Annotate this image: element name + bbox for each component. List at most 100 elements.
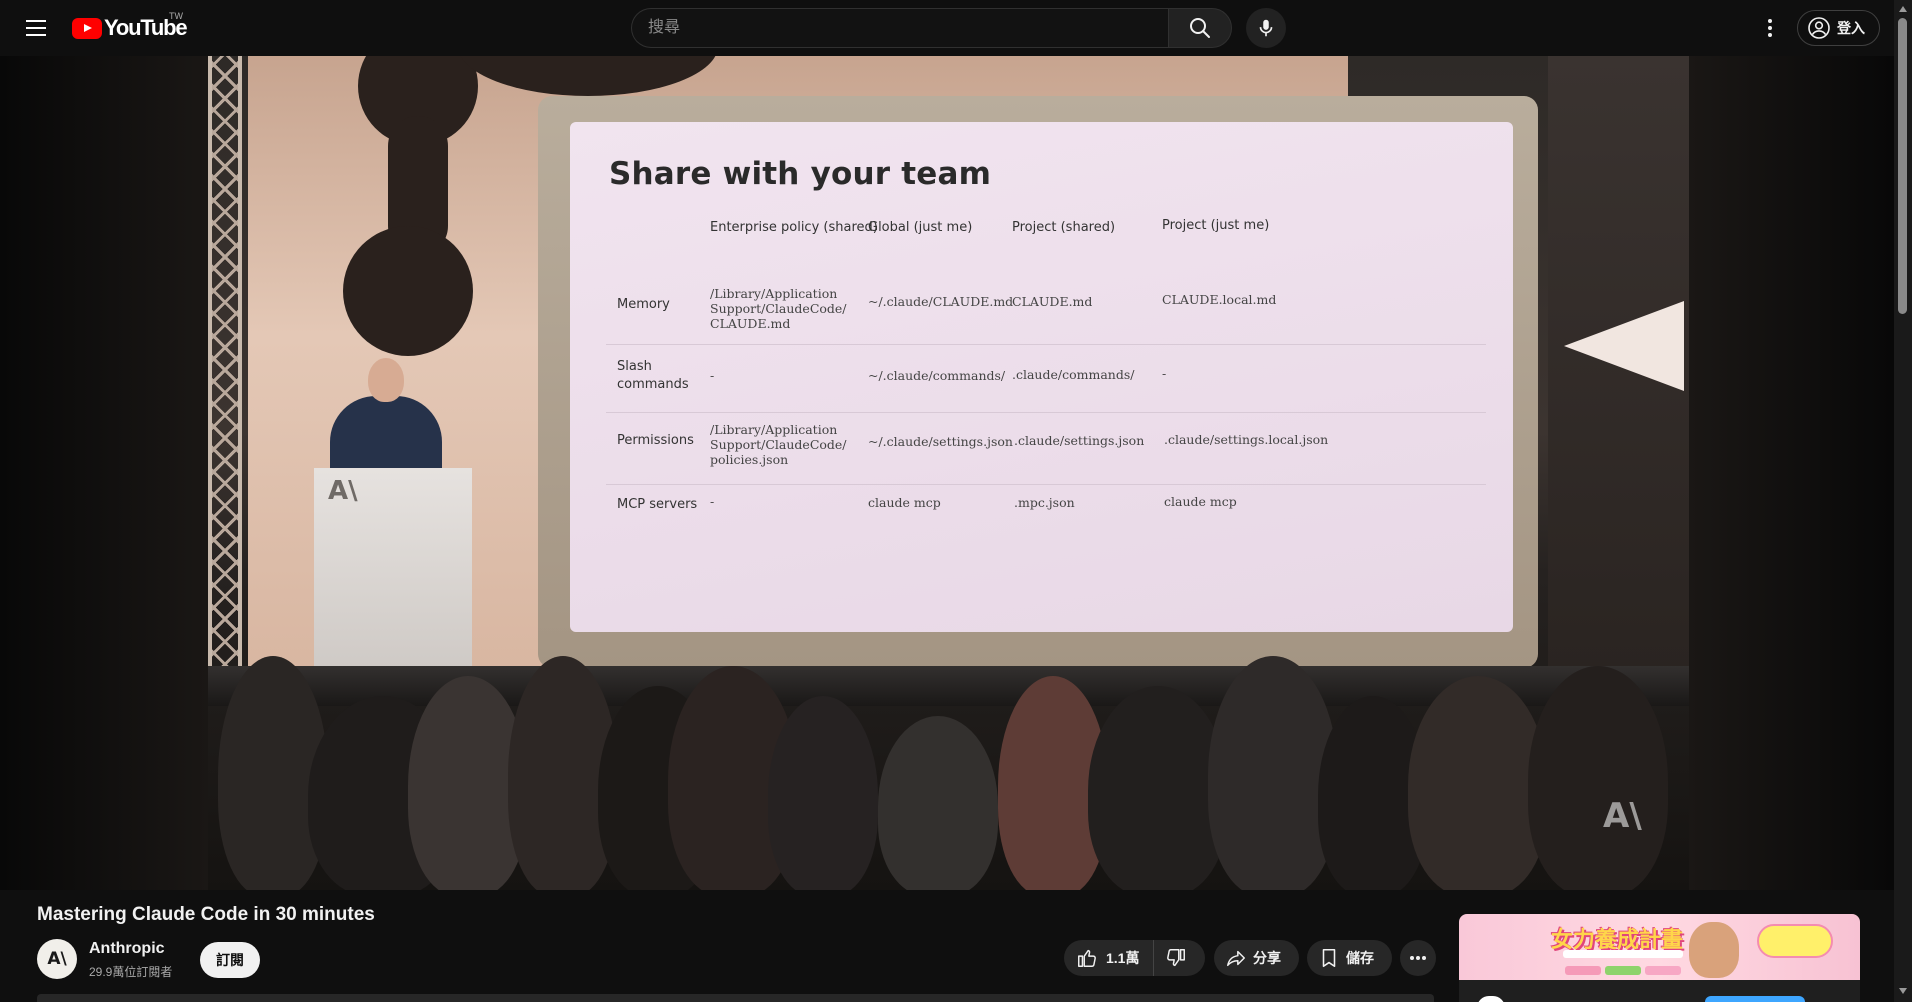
audience-member: [1088, 686, 1228, 890]
podium-logo: A\: [328, 476, 358, 506]
search-icon: [1190, 18, 1210, 38]
slide-row-label: Memory: [617, 297, 670, 312]
subscribe-button[interactable]: 訂閱: [200, 942, 260, 978]
slide-cell: .claude/settings.json: [1014, 433, 1145, 448]
slide-cell: -: [1162, 366, 1167, 381]
subscriber-count: 29.9萬位訂閱者: [89, 965, 173, 979]
ad-speech-bubble: [1757, 924, 1833, 958]
slide-cell: /Library/Application Support/ClaudeCode/…: [710, 286, 847, 331]
more-actions-button[interactable]: [1400, 940, 1436, 976]
settings-more-button[interactable]: [1750, 8, 1790, 48]
hamburger-icon: [26, 20, 46, 22]
signin-button[interactable]: 登入: [1797, 10, 1880, 46]
audience-member: [1408, 676, 1548, 890]
player-letterbox-left: [0, 56, 208, 890]
speaker-head: [368, 358, 404, 402]
signin-label: 登入: [1837, 20, 1865, 36]
voice-search-button[interactable]: [1246, 8, 1286, 48]
slide-row-divider: [606, 344, 1486, 345]
slide-cell: .claude/settings.local.json: [1164, 432, 1329, 447]
search-input[interactable]: [631, 8, 1168, 48]
page-scrollbar[interactable]: [1894, 0, 1912, 1002]
slide-cell: -: [710, 494, 715, 509]
thumbs-down-icon: [1167, 949, 1186, 967]
share-arrow-icon: [1227, 950, 1245, 967]
podium: A\: [314, 468, 472, 668]
like-count: 1.1萬: [1106, 950, 1140, 966]
hamburger-icon: [26, 34, 46, 36]
horizontal-dots-icon: [1410, 956, 1426, 960]
video-title: Mastering Claude Code in 30 minutes: [37, 904, 375, 925]
slide-row-label: Slash commands: [617, 359, 689, 392]
slide-row-divider: [606, 412, 1486, 413]
audience-member: [878, 716, 998, 890]
slide-column-header: Global (just me): [868, 220, 973, 235]
thumbs-up-icon: [1078, 949, 1096, 967]
backdrop-star-shape: [1564, 301, 1684, 391]
video-player[interactable]: Share with your team Enterprise policy (…: [0, 56, 1894, 890]
youtube-logo[interactable]: YouTube TW: [72, 11, 188, 42]
ad-chip: [1605, 966, 1641, 975]
slide-cell: claude mcp: [1164, 494, 1237, 509]
slide-cell: ~/.claude/CLAUDE.md: [868, 294, 1014, 309]
stage-truss: [208, 56, 242, 676]
slide-row-divider: [606, 484, 1486, 485]
ad-chip: [1565, 966, 1601, 975]
presentation-slide: Share with your team Enterprise policy (…: [570, 122, 1513, 632]
scroll-up-arrow-icon[interactable]: [1899, 6, 1907, 12]
save-button[interactable]: 儲存: [1307, 940, 1392, 976]
share-label: 分享: [1253, 950, 1281, 966]
slide-cell: claude mcp: [868, 495, 941, 510]
backdrop-shape: [458, 56, 718, 96]
channel-avatar-logo: A\: [47, 949, 67, 969]
guide-menu-button[interactable]: [16, 8, 56, 48]
masthead: YouTube TW 登入: [0, 0, 1894, 56]
video-watermark-logo: A\: [1603, 796, 1642, 836]
slide-cell: CLAUDE.md: [1012, 294, 1093, 309]
ad-chip: [1645, 966, 1681, 975]
slide-cell: .mpc.json: [1014, 495, 1075, 510]
slide-column-header: Enterprise policy (shared): [710, 220, 878, 235]
scroll-thumb[interactable]: [1898, 18, 1907, 314]
video-frame[interactable]: Share with your team Enterprise policy (…: [208, 56, 1689, 890]
vertical-dots-icon: [1768, 19, 1772, 37]
ad-strip: [1563, 950, 1683, 958]
slide-cell: ~/.claude/settings.json: [868, 434, 1013, 449]
audience-member: [768, 696, 878, 890]
scroll-down-arrow-icon[interactable]: [1899, 988, 1907, 994]
like-button[interactable]: 1.1萬: [1064, 940, 1155, 976]
bookmark-icon: [1322, 948, 1336, 968]
ad-cta-button[interactable]: [1705, 996, 1805, 1002]
hamburger-icon: [26, 27, 46, 29]
ad-avatar: [1477, 996, 1505, 1002]
ad-mascot: [1689, 922, 1739, 978]
region-code: TW: [169, 11, 183, 21]
player-letterbox-right: [1689, 56, 1894, 890]
slide-cell: -: [710, 368, 715, 383]
ad-footer: [1459, 980, 1860, 1002]
slide-cell: /Library/Application Support/ClaudeCode/…: [710, 422, 847, 467]
description-box-edge: [37, 994, 1434, 1002]
save-label: 儲存: [1346, 950, 1374, 966]
slide-cell: CLAUDE.local.md: [1162, 292, 1277, 307]
dislike-button[interactable]: [1154, 940, 1198, 976]
audience-member: [1528, 666, 1668, 890]
youtube-play-icon: [72, 17, 102, 39]
search-button[interactable]: [1168, 8, 1232, 48]
microphone-icon: [1259, 19, 1273, 37]
speaker-figure: [330, 396, 442, 476]
ad-banner[interactable]: 女力養成計畫: [1459, 914, 1860, 980]
like-dislike-group: 1.1萬: [1064, 940, 1205, 976]
slide-column-header: Project (shared): [1012, 220, 1116, 235]
slide-row-label: MCP servers: [617, 497, 698, 512]
channel-avatar[interactable]: A\: [37, 939, 77, 979]
channel-name[interactable]: Anthropic: [89, 940, 165, 958]
slide-cell: ~/.claude/commands/: [868, 368, 1006, 383]
slide-column-header: Project (just me): [1162, 218, 1270, 233]
share-button[interactable]: 分享: [1214, 940, 1299, 976]
account-icon: [1808, 17, 1830, 39]
slide-row-label: Permissions: [617, 433, 694, 448]
backdrop-shape: [343, 226, 473, 356]
slide-title: Share with your team: [609, 156, 992, 192]
slide-cell: .claude/commands/: [1012, 367, 1135, 382]
